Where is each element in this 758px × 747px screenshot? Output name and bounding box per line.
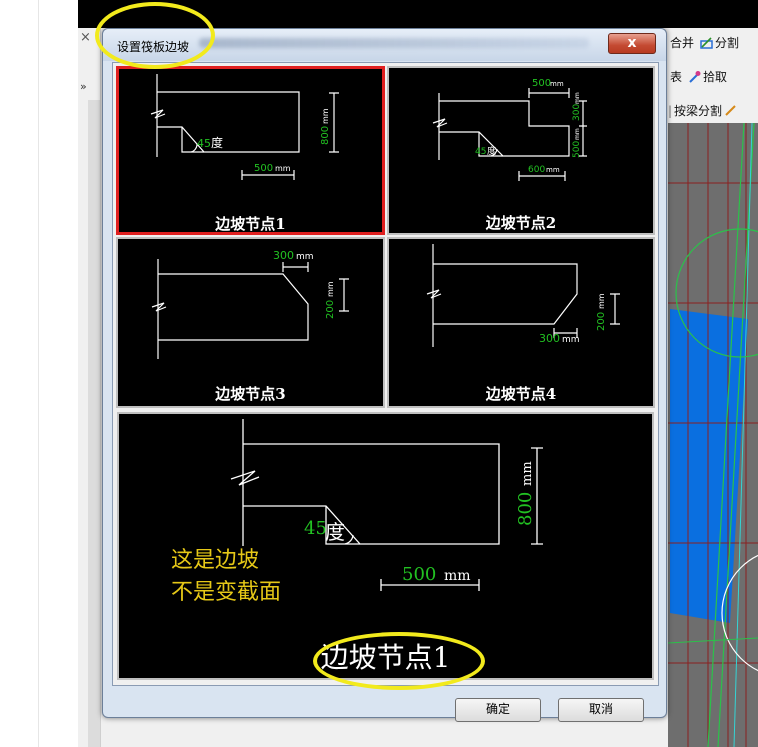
option-2-right-height-unit: mm — [574, 92, 581, 104]
option-3-height-value: 200 — [325, 300, 336, 319]
option-4-height-value: 200 — [596, 312, 607, 331]
split-button[interactable]: 分割 — [715, 34, 739, 51]
canvas-blue-region — [670, 309, 748, 623]
slope-settings-dialog: 设置筏板边坡 x 45 度 500 mm 800 mm 边坡节点1 500 mm… — [102, 28, 667, 722]
option-4-height-unit: mm — [597, 293, 606, 309]
preview-height-value: 800 — [515, 492, 536, 526]
drawing-canvas[interactable] — [668, 123, 758, 747]
option-1-height-value: 800 — [320, 126, 331, 145]
option-1-drawing: 45 度 500 mm 800 mm — [150, 74, 339, 180]
cancel-button[interactable]: 取消 — [558, 698, 644, 722]
table-button[interactable]: 表 — [670, 68, 682, 85]
toolbar-row-3: | 按梁分割 — [668, 102, 737, 119]
option-4-width-unit: mm — [562, 335, 580, 345]
right-toolbar: 合并 分割 表 拾取 | 按梁分割 — [668, 28, 758, 123]
toolbar-row-2: 表 拾取 — [670, 68, 727, 85]
dialog-close-button[interactable]: x — [608, 33, 656, 54]
option-1-height-unit: mm — [321, 108, 330, 124]
dialog-title: 设置筏板边坡 — [117, 40, 190, 54]
page-left-margin — [0, 0, 78, 747]
preview-note-line-2: 不是变截面 — [171, 580, 282, 605]
beam-icon — [725, 105, 736, 116]
option-2-drawing: 500 mm 45 度 300 mm 500 mm 600 mm — [432, 78, 587, 181]
option-1-width-value: 500 — [254, 163, 273, 174]
split-icon — [700, 37, 713, 49]
merge-button[interactable]: 合并 — [670, 34, 694, 51]
dialog-body: 45 度 500 mm 800 mm 边坡节点1 500 mm 45 度 300… — [112, 62, 659, 686]
option-1-angle-value: 45 — [197, 137, 211, 150]
option-3-width-unit: mm — [296, 252, 314, 262]
option-3-height-unit: mm — [326, 281, 335, 297]
option-3-width-value: 300 — [273, 249, 294, 262]
option-slope-node-3[interactable]: 300 mm 200 mm 边坡节点3 — [116, 237, 385, 408]
option-2-angle-value: 45 — [475, 147, 486, 157]
panel-close-icon[interactable]: × — [80, 30, 91, 45]
selected-option-preview: 45 度 500 mm 800 mm 这是边坡 不是变截面 边坡节点1 — [117, 412, 654, 680]
option-1-angle-unit: 度 — [211, 135, 223, 150]
preview-note-line-1: 这是边坡 — [171, 548, 260, 573]
option-2-top-width-value: 500 — [532, 78, 551, 89]
ok-button[interactable]: 确定 — [455, 698, 541, 722]
option-slope-node-4[interactable]: 300 mm 200 mm 边坡节点4 — [387, 237, 655, 408]
pick-icon — [689, 71, 701, 83]
option-2-caption: 边坡节点2 — [485, 214, 557, 232]
option-2-right-height-value: 300 — [572, 104, 582, 121]
option-1-width-unit: mm — [275, 164, 291, 173]
panel-expand-icon[interactable]: » — [80, 80, 87, 93]
dialog-title-bar[interactable]: 设置筏板边坡 x — [103, 29, 666, 61]
canvas-drawing — [668, 123, 758, 747]
option-2-width-value: 600 — [528, 165, 545, 175]
beam-split-button[interactable]: 按梁分割 — [674, 102, 722, 119]
title-bar-blur — [199, 38, 589, 48]
option-2-width-unit: mm — [546, 166, 560, 174]
option-2-angle-unit: 度 — [487, 145, 496, 157]
option-2-top-width-unit: mm — [550, 80, 564, 88]
option-1-caption: 边坡节点1 — [215, 215, 286, 233]
option-3-caption: 边坡节点3 — [215, 385, 286, 403]
option-2-lower-height-unit: mm — [574, 128, 581, 140]
preview-height-unit: mm — [520, 461, 535, 486]
app-top-bar — [78, 0, 758, 28]
option-slope-node-2[interactable]: 500 mm 45 度 300 mm 500 mm 600 mm 边坡节点2 — [387, 66, 655, 235]
canvas-green-horizontal — [668, 637, 758, 644]
margin-rule — [38, 0, 39, 747]
toolbar-row-1: 合并 分割 — [670, 34, 739, 51]
option-2-lower-height-value: 500 — [572, 141, 582, 158]
left-gutter — [88, 100, 100, 747]
preview-caption: 边坡节点1 — [320, 641, 451, 674]
option-4-caption: 边坡节点4 — [485, 385, 557, 403]
option-4-width-value: 300 — [539, 332, 560, 345]
pick-button[interactable]: 拾取 — [703, 68, 727, 85]
option-slope-node-1[interactable]: 45 度 500 mm 800 mm 边坡节点1 — [116, 66, 385, 235]
